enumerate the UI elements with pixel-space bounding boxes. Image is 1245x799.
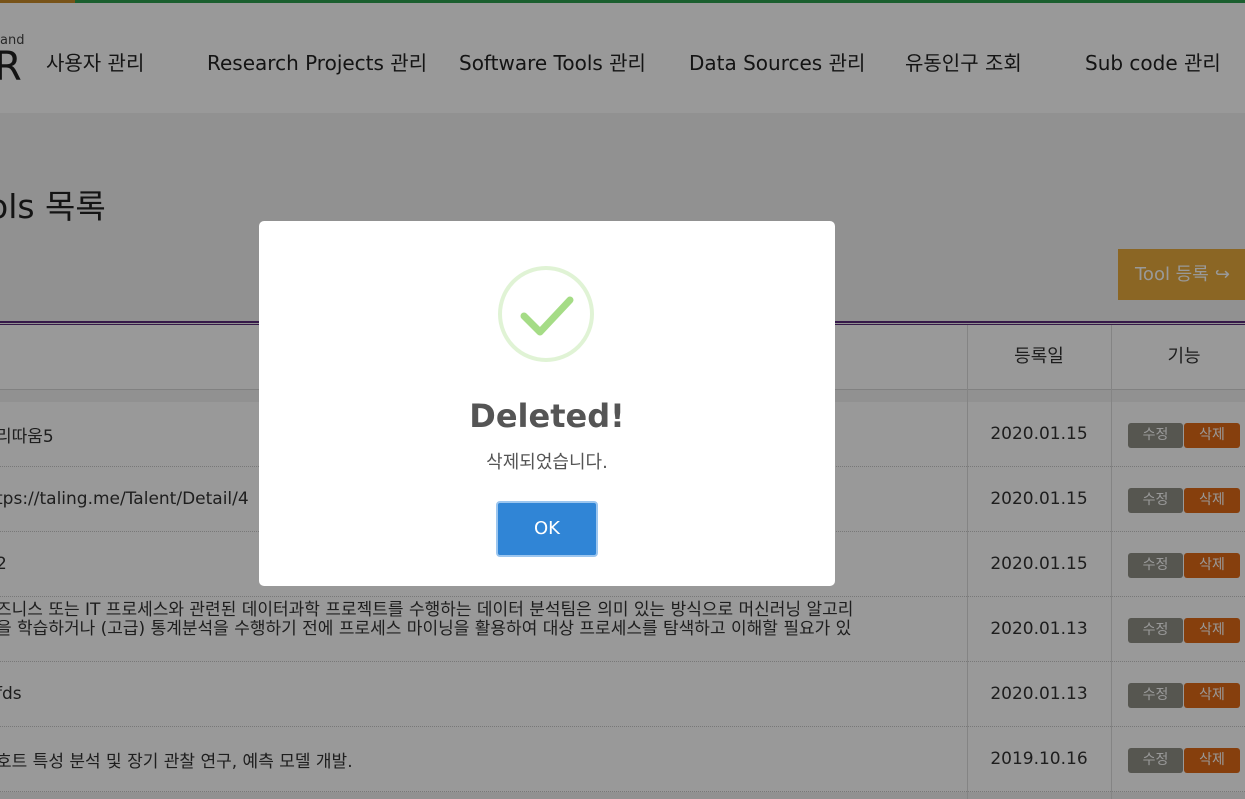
ok-button[interactable]: OK: [496, 501, 598, 557]
success-check-icon: [498, 266, 594, 362]
dialog-title: Deleted!: [469, 397, 625, 435]
alert-dialog: Deleted! 삭제되었습니다. OK: [259, 221, 835, 586]
dialog-message: 삭제되었습니다.: [486, 452, 608, 473]
